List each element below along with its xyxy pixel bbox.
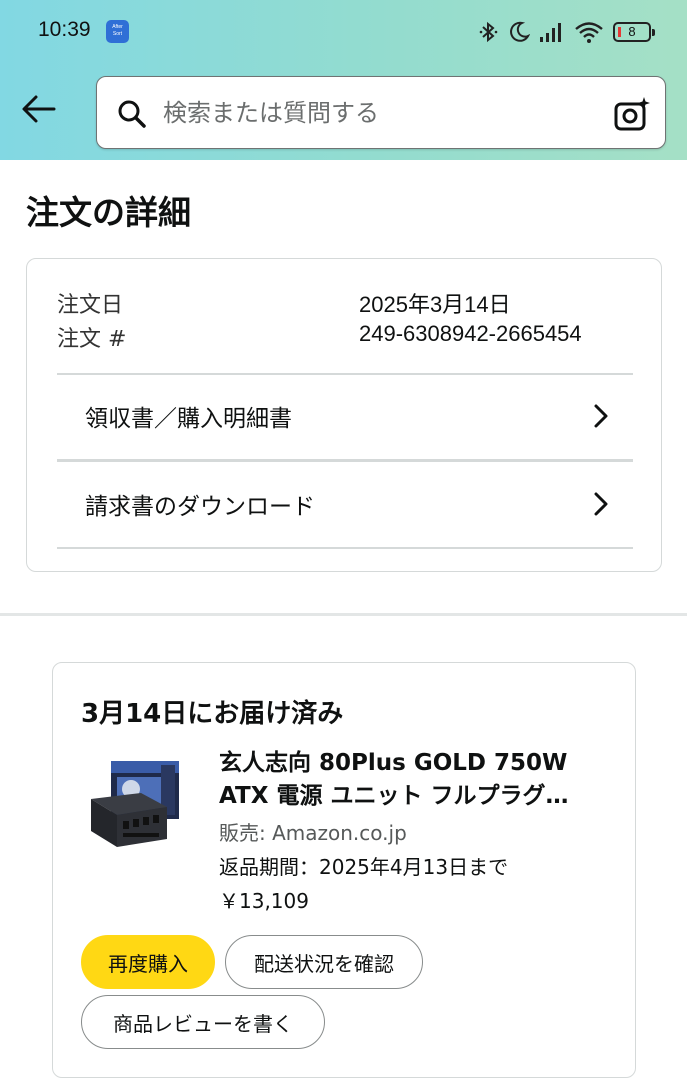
receipt-link[interactable]: 領収書／購入明細書 — [57, 373, 633, 459]
invoice-download-link[interactable]: 請求書のダウンロード — [57, 461, 633, 547]
notification-app-icon: After Sort — [106, 20, 129, 43]
camera-search-icon[interactable] — [613, 95, 651, 133]
search-icon — [118, 100, 146, 128]
signal-icon — [540, 23, 561, 42]
chevron-right-icon — [594, 404, 608, 428]
shipment-card: 3月14日にお届け済み 玄人志向 80Plus GOLD 750W ATX 電源… — [52, 662, 636, 1078]
seller-text: 販売: Amazon.co.jp — [219, 821, 407, 845]
wifi-icon — [575, 22, 603, 43]
product-price: ￥13,109 — [219, 889, 309, 913]
page-title: 注文の詳細 — [26, 193, 191, 232]
app-header: 10:39 After Sort 8 — [0, 0, 687, 160]
delivery-status-title: 3月14日にお届け済み — [81, 699, 344, 729]
order-date-label: 注文日 — [57, 293, 124, 318]
product-name-line2: ATX 電源 ユニット フルプラグ… — [219, 783, 569, 809]
product-name-line1: 玄人志向 80Plus GOLD 750W — [219, 750, 568, 776]
moon-icon — [510, 21, 530, 42]
search-input[interactable] — [163, 91, 593, 135]
divider — [57, 547, 633, 549]
section-separator — [0, 613, 687, 616]
chevron-right-icon — [594, 492, 608, 516]
receipt-link-label: 領収書／購入明細書 — [85, 406, 292, 432]
bluetooth-icon — [479, 21, 498, 43]
order-number-label: 注文 # — [57, 327, 127, 352]
back-button[interactable] — [18, 88, 60, 130]
buy-again-button[interactable]: 再度購入 — [81, 935, 215, 989]
status-icons: 8 — [479, 18, 655, 46]
battery-indicator: 8 — [613, 22, 655, 42]
order-info-card: 注文日 2025年3月14日 注文 # 249-6308942-2665454 … — [26, 258, 662, 572]
search-box[interactable] — [96, 76, 666, 149]
track-package-button[interactable]: 配送状況を確認 — [225, 935, 423, 989]
product-title-link[interactable]: 玄人志向 80Plus GOLD 750W ATX 電源 ユニット フルプラグ… — [219, 747, 609, 813]
invoice-download-label: 請求書のダウンロード — [85, 494, 315, 520]
order-number-value: 249-6308942-2665454 — [359, 321, 582, 346]
product-image[interactable] — [83, 755, 187, 851]
return-period-text: 返品期間：2025年4月13日まで — [219, 855, 509, 879]
status-time: 10:39 — [38, 18, 91, 41]
order-date-value: 2025年3月14日 — [359, 292, 511, 317]
arrow-left-icon — [22, 95, 56, 123]
status-bar: 10:39 After Sort 8 — [0, 0, 687, 64]
write-review-button[interactable]: 商品レビューを書く — [81, 995, 325, 1049]
